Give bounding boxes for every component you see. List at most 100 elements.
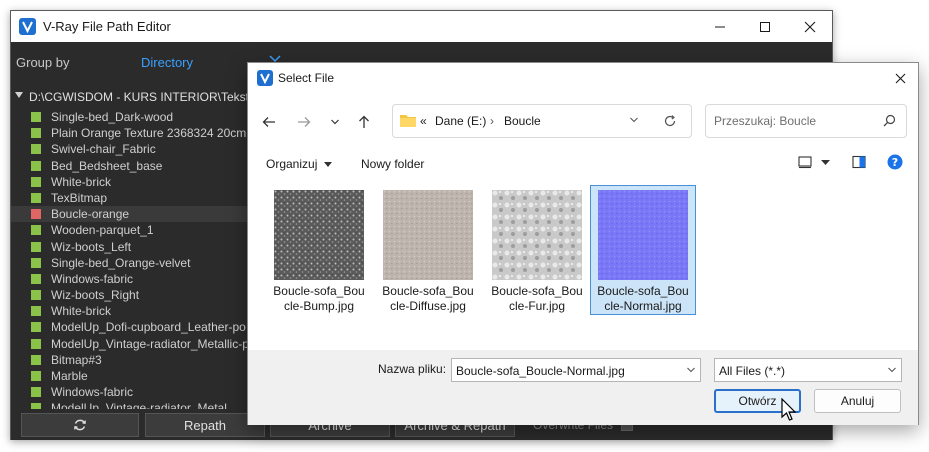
file-list-item-label: Wooden-parquet_1 [51,223,154,238]
file-list-item-label: ModelUp_Vintage-radiator_Metal [51,401,227,409]
refresh-icon [74,419,86,431]
new-folder-button[interactable]: Nowy folder [361,157,424,171]
file-label: Boucle-sofa_Bou cle-Bump.jpg [273,284,365,313]
file-list-item-label: Wiz-boots_Right [51,288,140,303]
chevron-down-icon [331,119,339,125]
file-list-item-label: White-brick [51,174,112,189]
preview-pane-icon[interactable] [852,155,866,169]
file-list-item-label: Windows-fabric [51,271,134,286]
file-list-item-label: ModelUp_Vintage-radiator_Metallic-p [51,336,249,351]
filename-value: Boucle-sofa_Boucle-Normal.jpg [456,364,625,378]
breadcrumb-overflow[interactable]: « [420,114,427,128]
svg-text:?: ? [892,156,898,169]
caret-down-icon[interactable] [821,160,830,166]
vray-window-title: V-Ray File Path Editor [43,19,171,34]
close-icon [804,21,816,32]
vray-app-icon [257,70,273,86]
directory-path: D:\CGWISDOM - KURS INTERIOR\Tekstury [29,90,266,104]
ok-status-icon [31,144,41,155]
group-by-label: Group by [16,55,70,70]
recent-locations-button[interactable] [323,110,347,134]
file-list-item-label: White-brick [51,304,112,319]
forward-button[interactable] [292,110,316,134]
file-item-bump[interactable]: Boucle-sofa_Bou cle-Bump.jpg [266,185,372,315]
chevron-down-icon[interactable] [629,115,639,125]
texture-thumbnail-bump [274,190,364,280]
dialog-close-button[interactable] [882,63,918,93]
command-bar: Organizuj Nowy folder ? [248,149,918,179]
ok-status-icon [31,192,41,203]
caret-down-icon[interactable] [324,162,332,167]
folder-icon [400,115,416,127]
search-placeholder: Przeszukaj: Boucle [714,114,817,128]
ok-status-icon [31,225,41,236]
view-options-icon[interactable] [798,155,812,169]
search-icon [883,114,896,127]
dialog-title: Select File [278,71,335,85]
help-icon[interactable]: ? [887,154,903,170]
file-item-fur[interactable]: Boucle-sofa_Bou cle-Fur.jpg [484,185,590,315]
arrow-left-icon [262,117,275,127]
file-list-item-label: Marble [51,369,88,383]
filetype-value: All Files (*.*) [719,364,786,378]
file-list-item-label: Plain Orange Texture 2368324 20cm [51,126,247,141]
filetype-select[interactable]: All Files (*.*) [714,358,902,382]
close-icon [895,73,905,83]
ok-status-icon [31,322,41,333]
file-list-item-label: ModelUp_Dofi-cupboard_Leather-po [51,320,246,335]
breadcrumb-folder[interactable]: Boucle [504,114,541,128]
breadcrumb-separator: › [490,114,494,128]
select-file-dialog: Select File « Dane (E:) › Boucle Przeszu… [247,62,919,425]
file-list-item-label: Bitmap#3 [51,352,102,367]
missing-status-icon [31,209,41,220]
filename-input[interactable]: Boucle-sofa_Boucle-Normal.jpg [451,358,701,382]
ok-status-icon [31,387,41,398]
file-item-diffuse[interactable]: Boucle-sofa_Bou cle-Diffuse.jpg [375,185,481,315]
file-item-normal-selected[interactable]: Boucle-sofa_Bou cle-Normal.jpg [590,185,696,315]
chevron-down-icon[interactable] [686,365,696,375]
minimize-button[interactable] [697,11,743,42]
ok-status-icon [31,257,41,268]
chevron-down-icon [888,367,896,373]
ok-status-icon [31,112,41,122]
refresh-button[interactable] [21,413,139,437]
expand-arrow-icon[interactable] [15,92,23,98]
ok-status-icon [31,338,41,349]
vray-titlebar[interactable]: V-Ray File Path Editor [11,11,832,42]
mouse-cursor-icon [781,398,797,421]
maximize-button[interactable] [742,11,788,42]
file-label: Boucle-sofa_Bou cle-Fur.jpg [491,284,583,313]
file-label: Boucle-sofa_Bou cle-Normal.jpg [597,284,689,313]
ok-status-icon [31,290,41,301]
dialog-titlebar[interactable]: Select File [248,63,918,93]
navigation-bar: « Dane (E:) › Boucle Przeszukaj: Boucle [248,93,918,149]
close-button[interactable] [787,11,833,42]
file-list-item-label: TexBitmap [51,190,108,205]
texture-thumbnail-normal [598,190,688,280]
file-view: Boucle-sofa_Bou cle-Bump.jpg Boucle-sofa_… [256,180,919,348]
filename-label: Nazwa pliku: [378,362,447,376]
cancel-button[interactable]: Anuluj [814,389,901,413]
file-list-item-label: Swivel-chair_Fabric [51,142,156,157]
texture-thumbnail-diffuse [383,190,473,280]
arrow-up-icon [359,115,369,128]
breadcrumb-drive[interactable]: Dane (E:) [435,114,486,128]
file-list-item-label: Single-bed_Dark-wood [51,110,174,124]
ok-status-icon [31,403,41,409]
group-by-dropdown[interactable]: Directory [141,55,193,70]
file-label: Boucle-sofa_Bou cle-Diffuse.jpg [382,284,474,313]
refresh-icon[interactable] [663,114,677,128]
back-button[interactable] [257,110,281,134]
search-box[interactable]: Przeszukaj: Boucle [705,104,907,138]
ok-status-icon [31,160,41,171]
ok-status-icon [31,306,41,317]
minimize-icon [715,26,725,27]
texture-thumbnail-fur [492,190,582,280]
dialog-footer: Nazwa pliku: Boucle-sofa_Boucle-Normal.j… [248,350,918,425]
organize-menu[interactable]: Organizuj [266,157,317,171]
ok-status-icon [31,128,41,139]
ok-status-icon [31,354,41,365]
ok-status-icon [31,273,41,284]
address-bar[interactable]: « Dane (E:) › Boucle [392,104,692,138]
up-button[interactable] [352,110,376,134]
